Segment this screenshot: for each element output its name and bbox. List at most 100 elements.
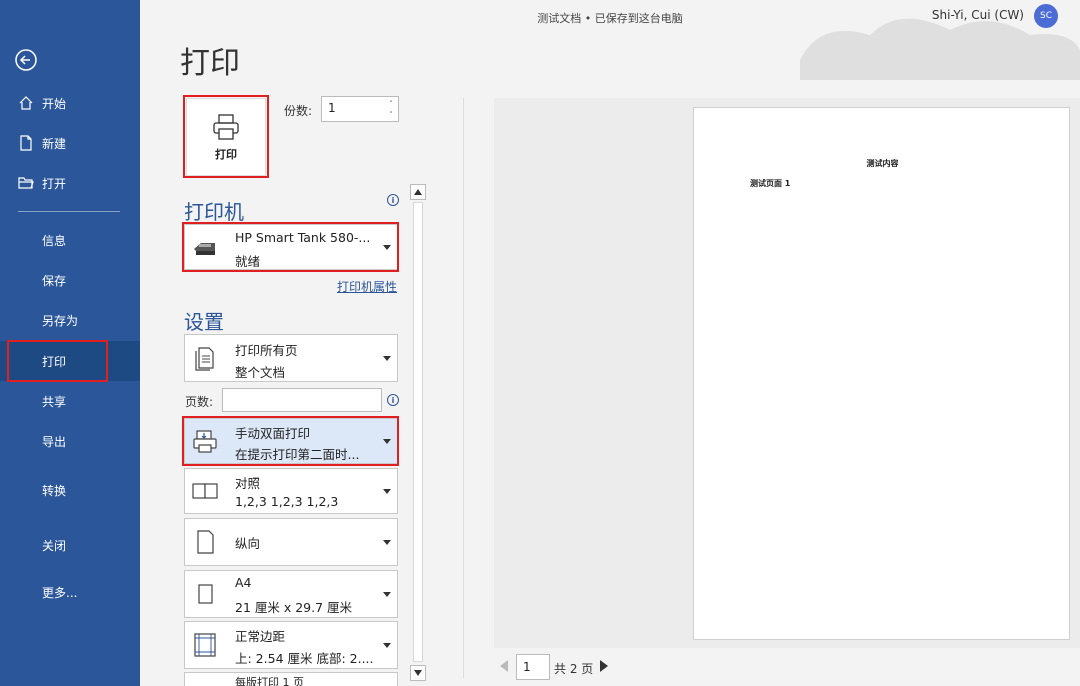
collate-sub: 1,2,3 1,2,3 1,2,3 [235, 494, 339, 509]
next-page-icon[interactable] [600, 660, 608, 672]
settings-section-title: 设置 [184, 310, 224, 334]
sidebar-item-label: 打印 [42, 354, 67, 369]
paper-size-dropdown[interactable]: A4 21 厘米 x 29.7 厘米 [184, 570, 398, 618]
paper-size-sub: 21 厘米 x 29.7 厘米 [235, 600, 353, 615]
collate-icon [192, 483, 218, 499]
folder-open-icon [18, 177, 34, 189]
chevron-down-icon [383, 540, 391, 545]
pages-per-sheet-label: 每版打印 1 页 [235, 676, 304, 686]
spin-down-icon[interactable]: ˅ [386, 110, 396, 120]
avatar[interactable]: SC [1034, 4, 1058, 28]
margins-icon [194, 633, 216, 657]
orientation-label: 纵向 [235, 536, 261, 551]
chevron-down-icon [383, 592, 391, 597]
sidebar-item-open[interactable]: 打开 [0, 163, 140, 203]
duplex-print-icon [193, 430, 217, 453]
chevron-down-icon [383, 356, 391, 361]
sidebar-item-close[interactable]: 关闭 [0, 525, 140, 565]
printer-properties-link[interactable]: 打印机属性 [337, 278, 397, 295]
previous-page-icon[interactable] [500, 660, 508, 672]
print-range-label: 打印所有页 [235, 343, 298, 358]
copies-label: 份数: [284, 104, 313, 118]
sidebar-item-label: 导出 [42, 434, 67, 449]
sidebar-item-label: 另存为 [42, 313, 79, 328]
orientation-dropdown[interactable]: 纵向 [184, 518, 398, 566]
printer-dropdown[interactable]: HP Smart Tank 580-... 就绪 [184, 224, 398, 270]
collate-dropdown[interactable]: 对照 1,2,3 1,2,3 1,2,3 [184, 468, 398, 514]
collate-label: 对照 [235, 476, 261, 491]
page-title: 打印 [180, 46, 240, 81]
sidebar-item-save[interactable]: 保存 [0, 260, 140, 300]
duplex-sub: 在提示打印第二面时... [235, 447, 360, 462]
triangle-down-icon [414, 670, 422, 676]
sidebar-item-home[interactable]: 开始 [0, 83, 140, 123]
preview-page-text: 测试页面 1 [750, 179, 791, 188]
pages-label: 页数: [185, 395, 214, 409]
sidebar-item-label: 保存 [42, 273, 67, 288]
page-number-value: 1 [523, 660, 531, 674]
preview-page: 测试内容 测试页面 1 [693, 107, 1070, 640]
backstage-sidebar: 开始 新建 打开 信息 保存 另存为 打印 共享 导出 转换 关闭 更多... [0, 0, 140, 686]
chevron-down-icon [383, 643, 391, 648]
total-pages-label: 共 2 页 [554, 662, 594, 676]
sidebar-item-more[interactable]: 更多... [0, 572, 140, 612]
margins-sub: 上: 2.54 厘米 底部: 2.... [235, 651, 374, 666]
preview-page-title: 测试内容 [866, 159, 899, 168]
scroll-thumb[interactable] [413, 202, 423, 662]
duplex-dropdown[interactable]: 手动双面打印 在提示打印第二面时... [184, 418, 398, 464]
user-name[interactable]: Shi-Yi, Cui (CW) [932, 8, 1024, 22]
sidebar-item-label: 打开 [42, 176, 67, 191]
print-range-dropdown[interactable]: 打印所有页 整个文档 [184, 334, 398, 382]
copies-value: 1 [328, 101, 336, 115]
portrait-icon [197, 530, 214, 554]
settings-scrollbar[interactable] [410, 184, 426, 682]
sidebar-item-label: 共享 [42, 394, 67, 409]
title-bar: 测试文档 • 已保存到这台电脑 Shi-Yi, Cui (CW) SC [140, 0, 1080, 80]
info-icon[interactable]: i [387, 394, 399, 406]
sidebar-item-label: 新建 [42, 136, 67, 151]
sidebar-item-save-as[interactable]: 另存为 [0, 300, 140, 340]
sidebar-item-label: 信息 [42, 233, 67, 248]
margins-label: 正常边距 [235, 629, 286, 644]
chevron-down-icon [383, 245, 391, 250]
app-window: 开始 新建 打开 信息 保存 另存为 打印 共享 导出 转换 关闭 更多... … [0, 0, 1080, 686]
paper-size-label: A4 [235, 575, 252, 590]
new-doc-icon [20, 135, 32, 151]
printer-status: 就绪 [235, 254, 261, 269]
pages-per-sheet-dropdown[interactable]: 每版打印 1 页 [184, 672, 398, 686]
sidebar-item-label: 转换 [42, 483, 67, 498]
page-number-input[interactable]: 1 [516, 654, 550, 680]
chevron-down-icon [383, 489, 391, 494]
pages-input[interactable] [222, 388, 382, 412]
sidebar-item-label: 更多... [42, 585, 78, 600]
sidebar-item-print[interactable]: 打印 [0, 341, 140, 381]
copies-input[interactable]: 1 ˄ ˅ [321, 96, 399, 122]
print-range-sub: 整个文档 [235, 365, 286, 380]
info-icon[interactable]: i [387, 194, 399, 206]
paper-icon [198, 584, 213, 604]
printer-name: HP Smart Tank 580-... [235, 230, 371, 245]
home-icon [19, 96, 33, 110]
scroll-up-button[interactable] [410, 184, 426, 200]
sidebar-item-export[interactable]: 导出 [0, 421, 140, 461]
sidebar-divider [18, 211, 120, 212]
sidebar-item-label: 开始 [42, 96, 67, 111]
sidebar-item-info[interactable]: 信息 [0, 220, 140, 260]
back-button[interactable] [14, 48, 38, 72]
panel-divider [463, 98, 464, 678]
printer-icon [213, 114, 239, 140]
scroll-down-button[interactable] [410, 665, 426, 681]
margins-dropdown[interactable]: 正常边距 上: 2.54 厘米 底部: 2.... [184, 621, 398, 669]
sidebar-item-new[interactable]: 新建 [0, 123, 140, 163]
print-button[interactable]: 打印 [186, 98, 266, 176]
printer-section-title: 打印机 [184, 200, 244, 224]
sidebar-item-transform[interactable]: 转换 [0, 470, 140, 510]
triangle-up-icon [414, 189, 422, 195]
duplex-label: 手动双面打印 [235, 426, 311, 441]
printer-device-icon [194, 243, 215, 255]
pages-icon [195, 347, 214, 371]
back-arrow-icon [15, 49, 37, 71]
sidebar-item-label: 关闭 [42, 538, 67, 553]
sidebar-item-share[interactable]: 共享 [0, 381, 140, 421]
spin-up-icon[interactable]: ˄ [386, 99, 396, 109]
